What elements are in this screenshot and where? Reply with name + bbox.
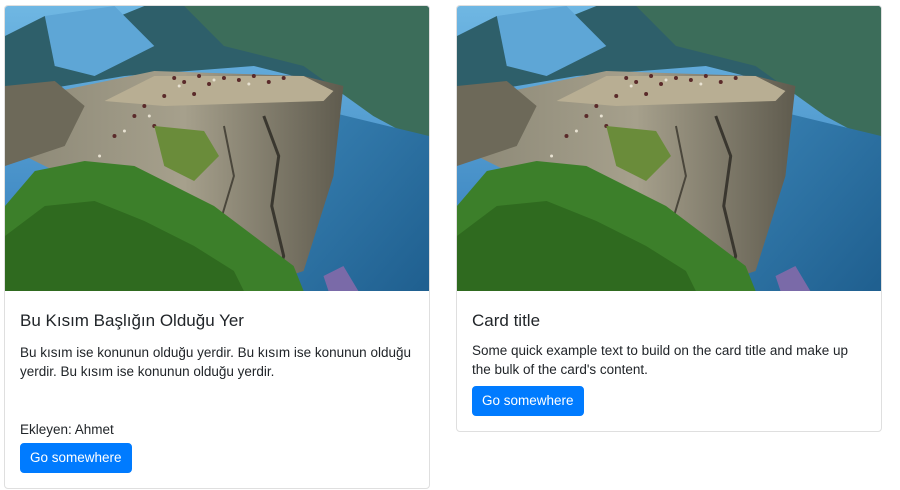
card-text: Bu kısım ise konunun olduğu yerdir. Bu k…: [20, 345, 411, 379]
card-image: [5, 6, 429, 291]
card-text: Some quick example text to build on the …: [472, 343, 848, 377]
card-body: Card title Some quick example text to bu…: [457, 291, 881, 379]
card-image: [457, 6, 881, 291]
go-somewhere-button[interactable]: Go somewhere: [472, 386, 584, 416]
card-title: Bu Kısım Başlığın Olduğu Yer: [20, 311, 244, 330]
card-title: Card title: [472, 311, 541, 330]
card-right: Card title Some quick example text to bu…: [456, 5, 882, 432]
go-somewhere-button[interactable]: Go somewhere: [20, 443, 132, 473]
author-label: Ekleyen: Ahmet: [20, 422, 114, 437]
card-left: Bu Kısım Başlığın Olduğu Yer Bu kısım is…: [4, 5, 430, 489]
page: Bu Kısım Başlığın Olduğu Yer Bu kısım is…: [0, 0, 900, 490]
card-body: Bu Kısım Başlığın Olduğu Yer Bu kısım is…: [5, 291, 429, 381]
